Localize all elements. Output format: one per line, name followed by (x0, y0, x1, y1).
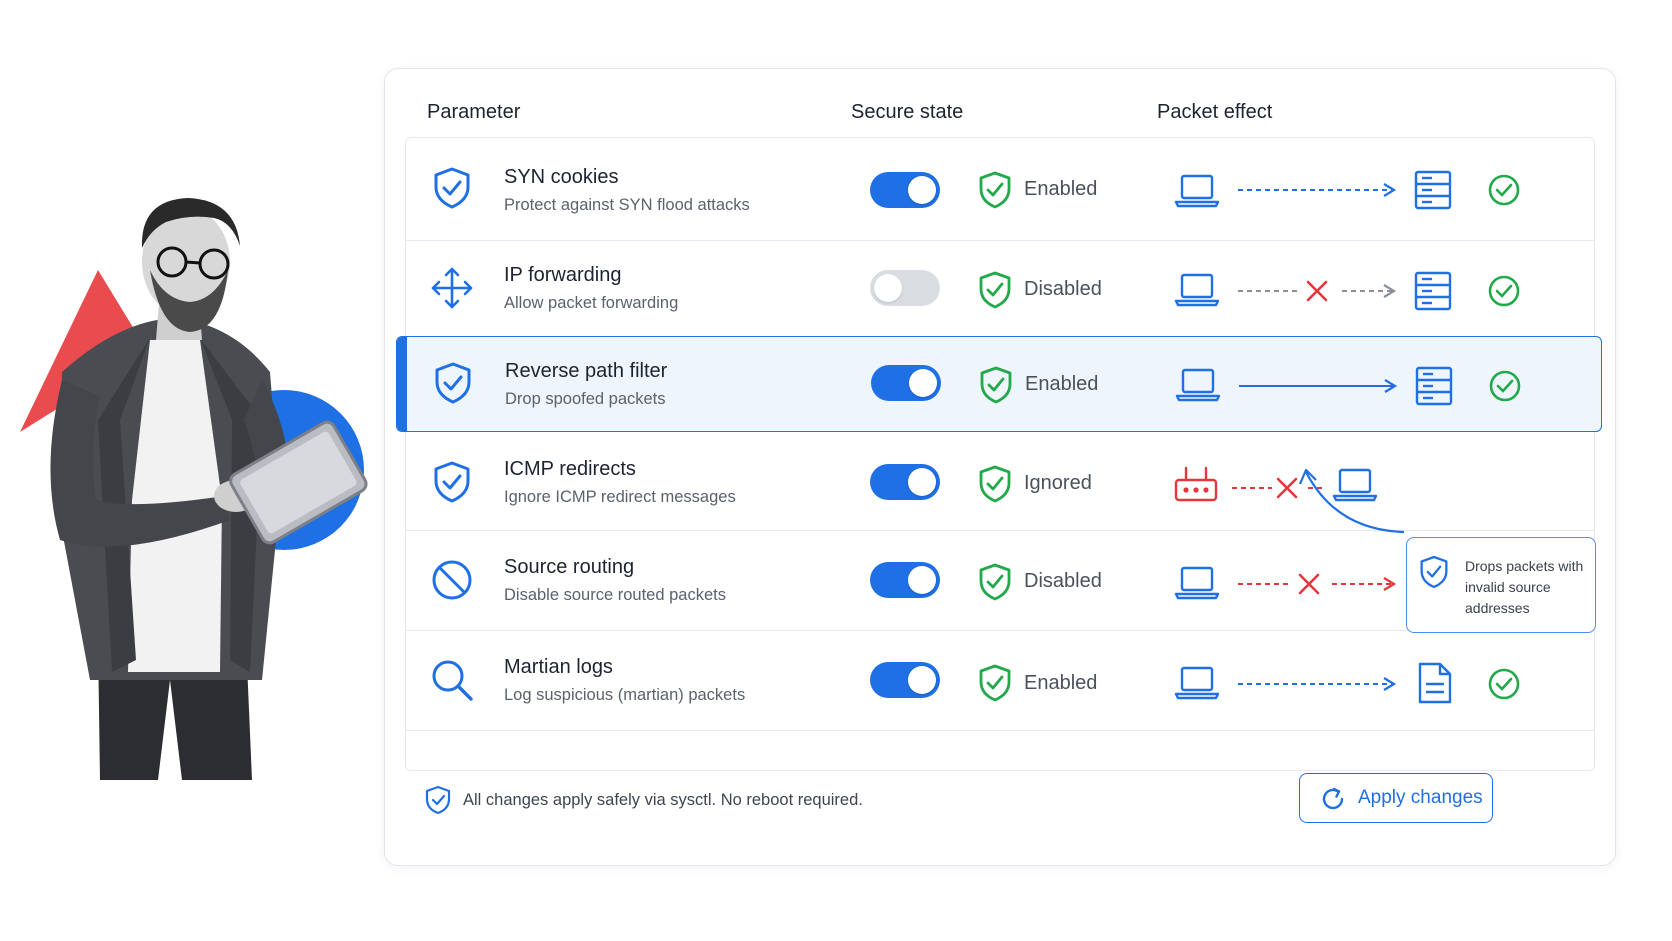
blocked-x-icon (1306, 280, 1328, 302)
param-description: Disable source routed packets (504, 586, 726, 604)
shield-check-success-icon (979, 171, 1011, 209)
callout-text: Drops packets with invalid source addres… (1465, 558, 1584, 616)
laptop-icon (1174, 273, 1220, 307)
param-title: IP forwarding (504, 264, 622, 286)
param-description: Drop spoofed packets (505, 390, 666, 408)
laptop-icon (1175, 368, 1221, 402)
shield-check-success-icon (979, 271, 1011, 309)
shield-check-icon (434, 461, 470, 503)
toggle-knob (908, 566, 936, 594)
header-parameter: Parameter (427, 101, 521, 123)
search-icon (432, 660, 473, 701)
packet-effect-flow (1175, 362, 1577, 412)
state-label: Enabled (1025, 373, 1099, 395)
state-label: Enabled (1024, 178, 1098, 200)
shield-check-icon (425, 785, 451, 815)
param-description: Allow packet forwarding (504, 294, 679, 312)
apply-changes-label: Apply changes (1358, 787, 1483, 808)
state-label: Enabled (1024, 672, 1098, 694)
shield-check-icon (435, 362, 471, 404)
log-file-icon (1418, 662, 1452, 704)
router-icon (1174, 466, 1218, 502)
table-row: SYN cookies Protect against SYN flood at… (406, 138, 1594, 241)
source-routing-toggle[interactable] (870, 562, 940, 598)
hero-illustration (0, 0, 380, 941)
table-row: IP forwarding Allow packet forwarding Di… (406, 240, 1594, 339)
shield-check-success-icon (980, 366, 1012, 404)
syn-cookies-toggle[interactable] (870, 172, 940, 208)
state-label: Disabled (1024, 570, 1102, 592)
toggle-knob (908, 666, 936, 694)
server-icon (1414, 271, 1452, 311)
state-label: Ignored (1024, 472, 1092, 494)
reverse-path-callout: Drops packets with invalid source addres… (1406, 537, 1596, 633)
param-title: SYN cookies (504, 166, 619, 188)
callout-pointer-arrow (1298, 468, 1405, 534)
param-title: Martian logs (504, 656, 613, 678)
packet-effect-flow (1174, 168, 1576, 218)
server-icon (1414, 170, 1452, 210)
sysctl-settings-card: Parameter Secure state Packet effect SYN… (384, 68, 1616, 866)
server-icon (1415, 366, 1453, 406)
person-with-tablet-illustration (20, 198, 368, 780)
apply-changes-button[interactable]: Apply changes (1299, 773, 1493, 823)
martian-logs-toggle[interactable] (870, 662, 940, 698)
shield-check-icon (434, 167, 470, 209)
table-row: Martian logs Log suspicious (martian) pa… (406, 630, 1594, 731)
param-title: Reverse path filter (505, 360, 668, 382)
state-label: Disabled (1024, 278, 1102, 300)
table-header: Parameter Secure state Packet effect (385, 91, 1615, 131)
check-circle-icon (1488, 174, 1520, 206)
laptop-icon (1174, 174, 1220, 208)
check-circle-icon (1488, 668, 1520, 700)
move-arrows-icon (431, 267, 473, 309)
shield-check-success-icon (979, 563, 1011, 601)
header-secure-state: Secure state (851, 101, 964, 123)
toggle-knob (908, 468, 936, 496)
param-description: Protect against SYN flood attacks (504, 196, 750, 214)
refresh-icon (1322, 787, 1344, 810)
ip-forwarding-toggle[interactable] (870, 270, 940, 306)
table-row-highlighted[interactable]: Reverse path filter Drop spoofed packets… (396, 336, 1602, 432)
settings-table: SYN cookies Protect against SYN flood at… (396, 137, 1602, 771)
param-description: Ignore ICMP redirect messages (504, 488, 736, 506)
laptop-icon (1174, 666, 1220, 700)
blocked-x-icon (1298, 573, 1320, 595)
header-packet-effect: Packet effect (1157, 101, 1273, 123)
check-circle-icon (1489, 370, 1521, 402)
shield-check-icon (1420, 555, 1448, 589)
packet-effect-flow (1174, 660, 1576, 710)
param-description: Log suspicious (martian) packets (504, 686, 746, 704)
param-title: Source routing (504, 556, 635, 578)
check-circle-icon (1488, 275, 1520, 307)
blocked-x-icon (1276, 477, 1298, 499)
param-title: ICMP redirects (504, 458, 636, 480)
shield-check-success-icon (979, 465, 1011, 503)
toggle-knob (908, 176, 936, 204)
toggle-knob (874, 274, 902, 302)
toggle-knob (909, 369, 937, 397)
footer-note: All changes apply safely via sysctl. No … (463, 791, 863, 809)
reverse-path-filter-toggle[interactable] (871, 365, 941, 401)
prohibited-icon (432, 560, 472, 600)
icmp-redirects-toggle[interactable] (870, 464, 940, 500)
shield-check-success-icon (979, 664, 1011, 702)
packet-effect-flow (1174, 267, 1576, 317)
laptop-icon (1174, 566, 1220, 600)
